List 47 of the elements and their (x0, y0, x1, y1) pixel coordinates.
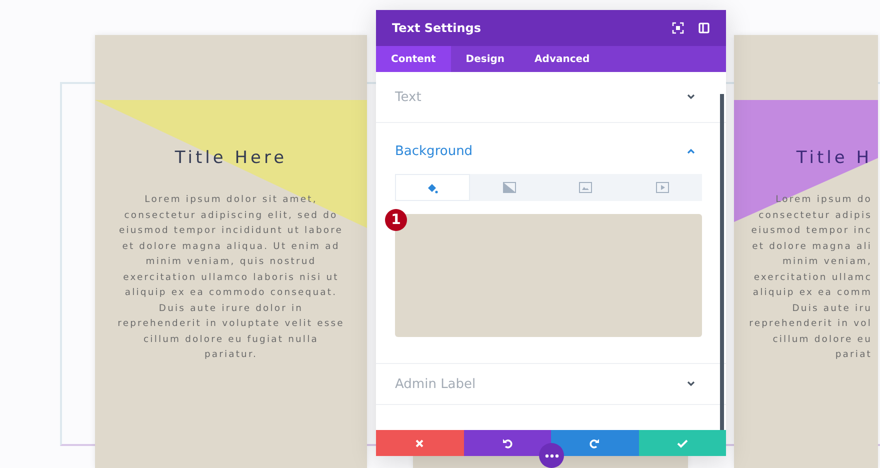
more-dots-icon (544, 454, 558, 458)
body-text-line: cillum dolore eu (772, 332, 872, 346)
sidebar-icon[interactable] (698, 22, 710, 34)
body-text-line: et dolore magna aliqua. Ut enim ad (121, 240, 341, 254)
section-label: Background (395, 144, 473, 158)
chevron-up-icon[interactable] (686, 147, 696, 155)
body-text-line: minim veniam, quis nostrud (144, 255, 318, 269)
body-text-line: pariat (834, 348, 872, 362)
chevron-down-icon[interactable] (686, 93, 696, 101)
image-icon (579, 182, 592, 193)
body-text-line: aliquip ex ea commodo consequat. (124, 286, 338, 300)
body-text-line: Duis aute iru (791, 302, 872, 316)
redo-icon (589, 438, 600, 448)
body-text-line: exercitation ullamco laboris nisi ut (122, 270, 340, 284)
body-text-line: Duis aute irure dolor in (158, 302, 304, 316)
gradient-icon (502, 182, 516, 193)
body-text-line: et dolore magna ali (751, 240, 872, 254)
body-text-line: cillum dolore eu fugiat nulla (142, 332, 320, 346)
scrollbar[interactable] (720, 94, 724, 430)
body-text-line: consectetur adipis (758, 208, 872, 222)
number-badge: 1 (385, 209, 407, 231)
paint-bucket-icon (426, 182, 438, 194)
section-label: Admin Label (395, 376, 476, 392)
undo-icon (502, 438, 513, 448)
card-title: Title H (795, 148, 873, 168)
body-text-line: exercitation ullamc (752, 270, 872, 284)
body-text-line: reprehenderit in vol (748, 317, 872, 331)
body-text-line: eiusmod tempor incididunt ut labore (118, 224, 344, 238)
focus-icon[interactable] (672, 22, 684, 34)
section-toggle[interactable]: Background (395, 123, 706, 174)
redo-button[interactable] (551, 430, 638, 456)
section-label: Text (395, 90, 422, 104)
tab[interactable]: Design (450, 46, 520, 72)
body-text-line: reprehenderit in voluptate velit esse (116, 317, 346, 331)
chevron-down-icon[interactable] (686, 380, 696, 388)
card-title: Title Here (174, 148, 288, 168)
video-icon (656, 182, 670, 193)
body-text-line: pariatur. (203, 348, 259, 362)
body-text-line: consectetur adipiscing elit, sed do (123, 208, 339, 222)
body-text-line: eiusmod tempor inc (750, 224, 872, 238)
body-text-line: aliquip ex ea comm (752, 286, 872, 300)
close-icon (415, 438, 424, 448)
checkmark-icon (676, 438, 688, 448)
body-text-line: minim veniam, (781, 255, 872, 269)
tab[interactable]: Content (376, 46, 451, 72)
tab[interactable]: Advanced (520, 46, 605, 72)
panel-title: Text Settings (392, 21, 482, 35)
